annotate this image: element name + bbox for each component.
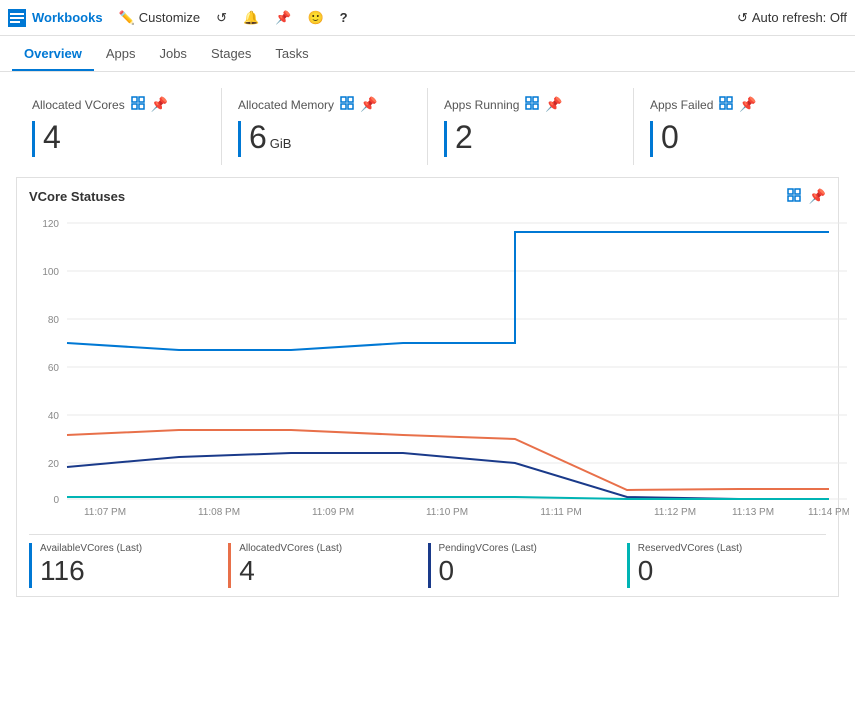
- metric-icon-apps-running[interactable]: [525, 96, 539, 113]
- svg-text:11:10 PM: 11:10 PM: [426, 507, 468, 518]
- tab-tasks[interactable]: Tasks: [263, 38, 320, 71]
- bell-button[interactable]: 🔔: [243, 10, 259, 26]
- metric-apps-failed: Apps Failed 📌 0: [633, 88, 839, 165]
- svg-text:120: 120: [42, 219, 59, 230]
- legend-available-vcores: AvailableVCores (Last) 116: [29, 543, 228, 588]
- metric-allocated-vcores: Allocated VCores 📌 4: [16, 88, 221, 165]
- pin-button[interactable]: 📌: [275, 10, 291, 26]
- svg-text:11:13 PM: 11:13 PM: [732, 507, 774, 518]
- metrics-row: Allocated VCores 📌 4 Allocated Memory 📌: [16, 88, 839, 165]
- brand-label: Workbooks: [32, 10, 103, 25]
- metric-apps-running: Apps Running 📌 2: [427, 88, 633, 165]
- chart-section: VCore Statuses 📌 120 100 80 60 40 20 0: [16, 177, 839, 597]
- main-content: Allocated VCores 📌 4 Allocated Memory 📌: [0, 72, 855, 597]
- metric-bar-apps-running: [444, 121, 447, 157]
- metric-title-apps-failed: Apps Failed: [650, 98, 713, 112]
- svg-text:100: 100: [42, 267, 59, 278]
- metric-title-memory: Allocated Memory: [238, 98, 334, 112]
- refresh-icon: ↺: [216, 10, 227, 26]
- metric-bar-memory: [238, 121, 241, 157]
- help-button[interactable]: ?: [340, 10, 348, 25]
- svg-text:80: 80: [48, 315, 60, 326]
- svg-text:11:07 PM: 11:07 PM: [84, 507, 126, 518]
- chart-grid-icon[interactable]: [787, 188, 801, 205]
- legend-label-available: AvailableVCores (Last): [40, 543, 220, 554]
- tab-overview[interactable]: Overview: [12, 38, 94, 71]
- metric-icon-memory[interactable]: [340, 96, 354, 113]
- svg-text:0: 0: [53, 495, 59, 506]
- brand-icon: [8, 9, 26, 27]
- metric-icon-vcores[interactable]: [131, 96, 145, 113]
- svg-text:11:12 PM: 11:12 PM: [654, 507, 696, 518]
- chart-header: VCore Statuses 📌: [29, 188, 826, 205]
- legend-label-allocated: AllocatedVCores (Last): [239, 543, 419, 554]
- customize-icon: ✏️: [119, 10, 135, 26]
- chart-pin-icon[interactable]: 📌: [809, 188, 826, 205]
- svg-text:60: 60: [48, 363, 60, 374]
- metric-value-memory: 6: [249, 121, 267, 153]
- bell-icon: 🔔: [243, 10, 259, 26]
- svg-text:11:14 PM: 11:14 PM: [808, 507, 849, 518]
- svg-text:11:11 PM: 11:11 PM: [540, 507, 581, 518]
- chart-container: 120 100 80 60 40 20 0 11:07 PM 11:0: [29, 213, 826, 526]
- nav-tabs: Overview Apps Jobs Stages Tasks: [0, 36, 855, 72]
- legend-value-pending: 0: [439, 554, 619, 588]
- emoji-button[interactable]: 🙂: [307, 10, 323, 26]
- auto-refresh[interactable]: ↺ Auto refresh: Off: [737, 10, 847, 26]
- tab-apps[interactable]: Apps: [94, 38, 148, 71]
- metric-bar-vcores: [32, 121, 35, 157]
- emoji-icon: 🙂: [307, 10, 323, 26]
- metric-bar-apps-failed: [650, 121, 653, 157]
- metric-value-apps-running: 2: [455, 121, 473, 153]
- legend-label-pending: PendingVCores (Last): [439, 543, 619, 554]
- svg-text:11:09 PM: 11:09 PM: [312, 507, 354, 518]
- help-icon: ?: [340, 10, 348, 25]
- vcore-chart: 120 100 80 60 40 20 0 11:07 PM 11:0: [29, 213, 849, 523]
- metric-title-apps-running: Apps Running: [444, 98, 519, 112]
- tab-jobs[interactable]: Jobs: [147, 38, 198, 71]
- toolbar: Workbooks ✏️ Customize ↺ 🔔 📌 🙂 ? ↺ Auto …: [0, 0, 855, 36]
- chart-title: VCore Statuses: [29, 189, 125, 204]
- metric-value-apps-failed: 0: [661, 121, 679, 153]
- svg-text:20: 20: [48, 459, 60, 470]
- legend-value-allocated: 4: [239, 554, 419, 588]
- tab-stages[interactable]: Stages: [199, 38, 263, 71]
- legend-reserved-vcores: ReservedVCores (Last) 0: [627, 543, 826, 588]
- metric-unit-memory: GiB: [270, 136, 292, 151]
- svg-text:40: 40: [48, 411, 60, 422]
- chart-header-icons: 📌: [787, 188, 826, 205]
- refresh-button[interactable]: ↺: [216, 10, 227, 26]
- customize-button[interactable]: ✏️ Customize: [119, 10, 201, 26]
- pin-icon-memory[interactable]: 📌: [360, 96, 377, 113]
- legend-allocated-vcores: AllocatedVCores (Last) 4: [228, 543, 427, 588]
- pin-icon-apps-running[interactable]: 📌: [545, 96, 562, 113]
- legend-label-reserved: ReservedVCores (Last): [638, 543, 818, 554]
- metric-allocated-memory: Allocated Memory 📌 6 GiB: [221, 88, 427, 165]
- legend-row: AvailableVCores (Last) 116 AllocatedVCor…: [29, 534, 826, 588]
- pin-icon-apps-failed[interactable]: 📌: [739, 96, 756, 113]
- metric-icon-apps-failed[interactable]: [719, 96, 733, 113]
- metric-value-vcores: 4: [43, 121, 61, 153]
- pin-icon: 📌: [275, 10, 291, 26]
- legend-value-available: 116: [40, 554, 220, 588]
- auto-refresh-label: Auto refresh: Off: [752, 10, 847, 25]
- legend-pending-vcores: PendingVCores (Last) 0: [428, 543, 627, 588]
- pin-icon-vcores[interactable]: 📌: [151, 96, 168, 113]
- auto-refresh-icon: ↺: [737, 10, 748, 26]
- metric-title-vcores: Allocated VCores: [32, 98, 125, 112]
- legend-value-reserved: 0: [638, 554, 818, 588]
- svg-text:11:08 PM: 11:08 PM: [198, 507, 240, 518]
- brand[interactable]: Workbooks: [8, 9, 103, 27]
